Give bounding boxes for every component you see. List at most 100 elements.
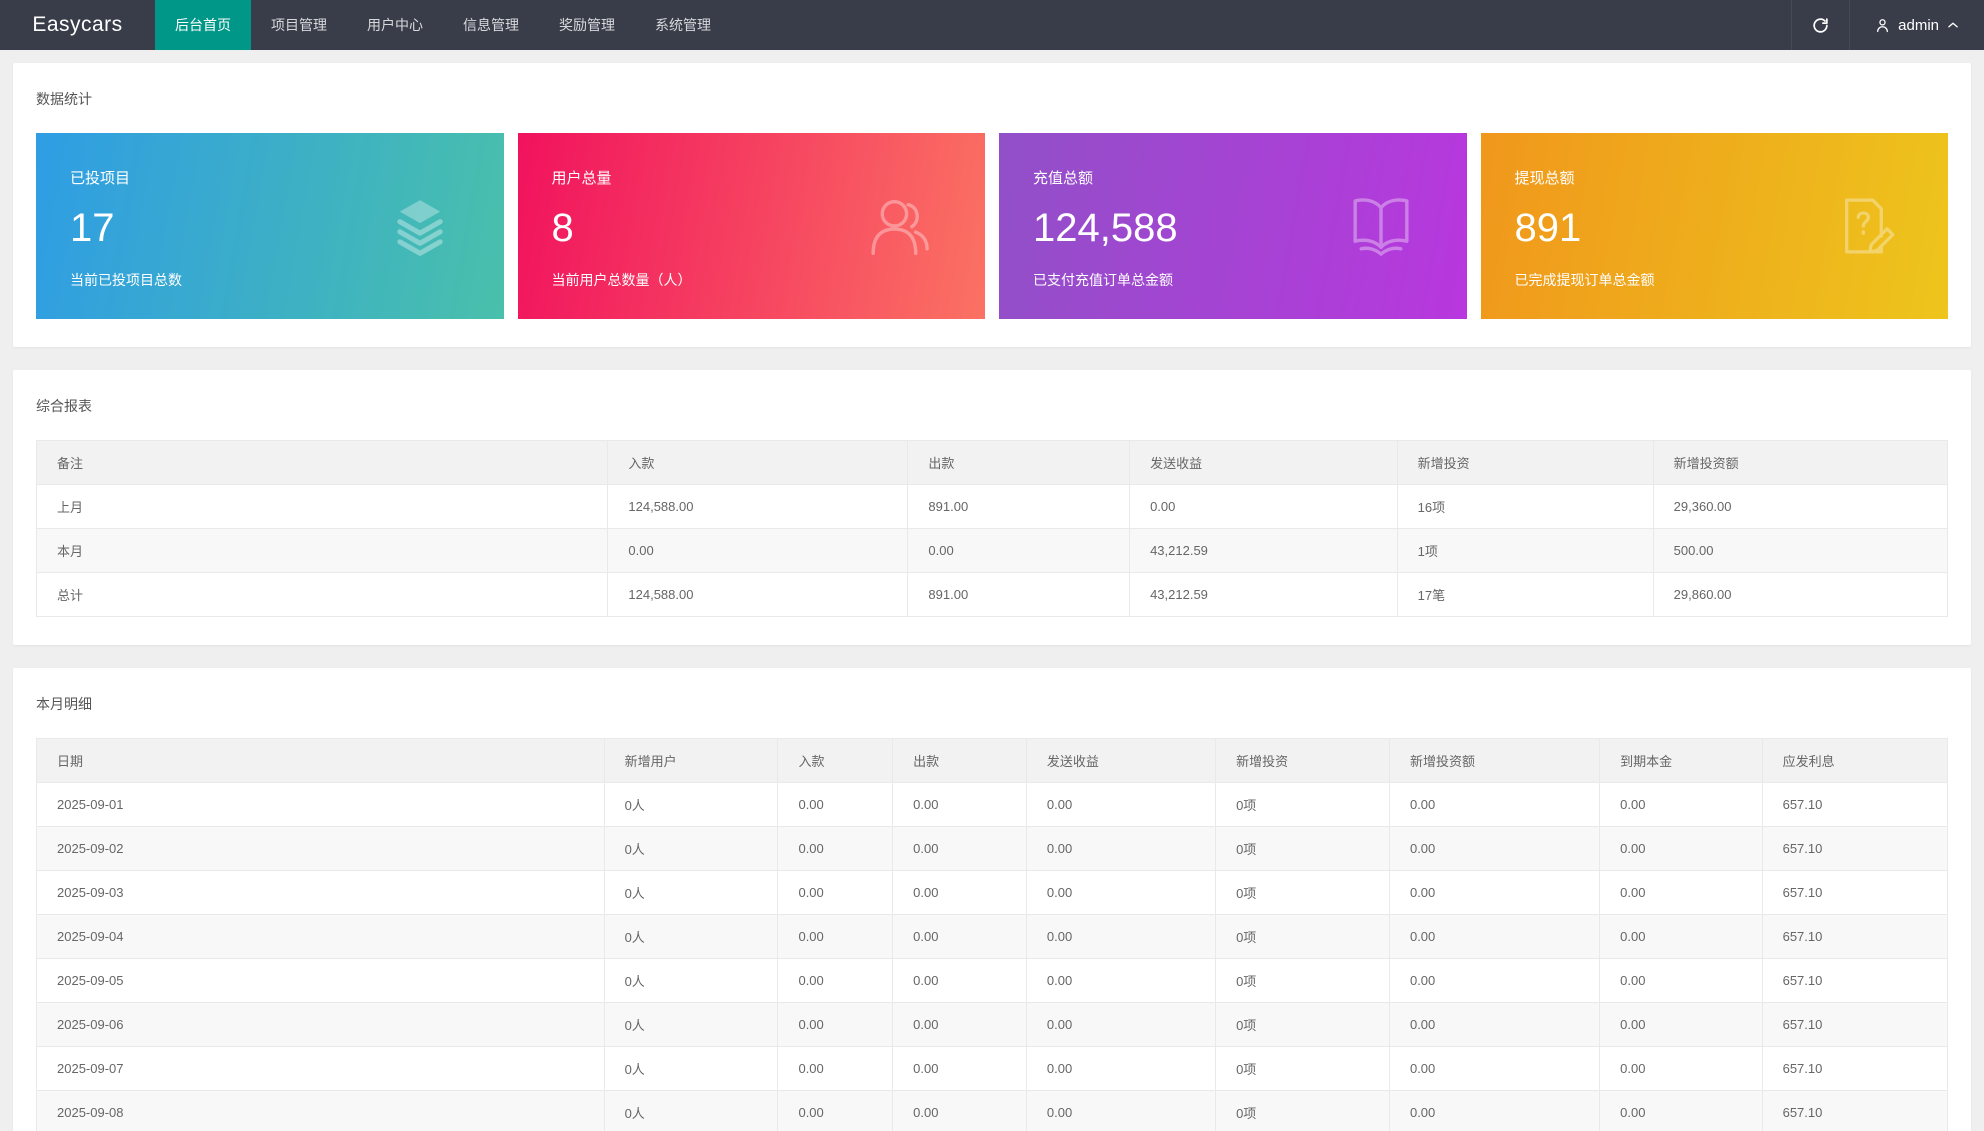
table-header-row: 备注入款出款发送收益新增投资新增投资额 (37, 441, 1948, 485)
table-cell: 上月 (37, 485, 608, 529)
table-cell: 0.00 (1026, 1003, 1215, 1047)
table-cell: 0.00 (1389, 1047, 1599, 1091)
column-header: 到期本金 (1600, 739, 1762, 783)
table-header-row: 日期新增用户入款出款发送收益新增投资新增投资额到期本金应发利息 (37, 739, 1948, 783)
nav-item-4[interactable]: 奖励管理 (539, 0, 635, 50)
nav-item-1[interactable]: 项目管理 (251, 0, 347, 50)
table-cell: 0.00 (1600, 1047, 1762, 1091)
table-cell: 0.00 (1026, 915, 1215, 959)
nav-item-3[interactable]: 信息管理 (443, 0, 539, 50)
table-cell: 0.00 (893, 871, 1027, 915)
table-row: 2025-09-060人0.000.000.000项0.000.00657.10 (37, 1003, 1948, 1047)
summary-report-title: 综合报表 (36, 396, 1948, 416)
table-cell: 0项 (1216, 783, 1390, 827)
chevron-up-icon (1946, 18, 1960, 32)
stat-card-invested-projects: 已投项目 17 当前已投项目总数 (36, 133, 504, 319)
table-cell: 0.00 (1600, 783, 1762, 827)
user-menu[interactable]: admin (1849, 0, 1984, 50)
table-cell: 0.00 (893, 959, 1027, 1003)
table-cell: 0人 (604, 827, 778, 871)
table-cell: 0.00 (1389, 871, 1599, 915)
table-cell: 0.00 (778, 1003, 893, 1047)
stats-section-title: 数据统计 (36, 89, 1948, 109)
table-row: 2025-09-040人0.000.000.000项0.000.00657.10 (37, 915, 1948, 959)
table-cell: 0.00 (1600, 915, 1762, 959)
stat-card-title: 充值总额 (1033, 167, 1433, 188)
table-cell: 0.00 (893, 1047, 1027, 1091)
nav-item-2[interactable]: 用户中心 (347, 0, 443, 50)
stat-card-title: 提现总额 (1515, 167, 1915, 188)
month-detail-title: 本月明细 (36, 694, 1948, 714)
column-header: 新增投资额 (1389, 739, 1599, 783)
file-question-icon (1828, 190, 1900, 262)
table-cell: 17笔 (1397, 573, 1653, 617)
stat-card-total-users: 用户总量 8 当前用户总数量（人） (518, 133, 986, 319)
table-cell: 0.00 (778, 915, 893, 959)
main-content: 数据统计 已投项目 17 当前已投项目总数 (0, 50, 1984, 1131)
table-cell: 657.10 (1762, 783, 1947, 827)
open-book-icon (1343, 188, 1419, 264)
column-header: 发送收益 (1026, 739, 1215, 783)
summary-report-table: 备注入款出款发送收益新增投资新增投资额上月124,588.00891.000.0… (36, 440, 1948, 617)
table-cell: 0项 (1216, 1003, 1390, 1047)
stat-card-title: 用户总量 (552, 167, 952, 188)
table-row: 2025-09-050人0.000.000.000项0.000.00657.10 (37, 959, 1948, 1003)
table-row: 本月0.000.0043,212.591项500.00 (37, 529, 1948, 573)
table-cell: 0人 (604, 783, 778, 827)
layers-icon (384, 190, 456, 262)
table-row: 总计124,588.00891.0043,212.5917笔29,860.00 (37, 573, 1948, 617)
table-cell: 1项 (1397, 529, 1653, 573)
table-cell: 0.00 (893, 915, 1027, 959)
table-cell: 0.00 (1389, 827, 1599, 871)
dashboard-page: Easycars 后台首页项目管理用户中心信息管理奖励管理系统管理 (0, 0, 1984, 1131)
table-cell: 0人 (604, 1091, 778, 1131)
table-row: 2025-09-020人0.000.000.000项0.000.00657.10 (37, 827, 1948, 871)
table-cell: 0.00 (1600, 959, 1762, 1003)
stat-card-title: 已投项目 (70, 167, 470, 188)
table-cell: 2025-09-06 (37, 1003, 605, 1047)
table-cell: 0项 (1216, 959, 1390, 1003)
table-cell: 657.10 (1762, 827, 1947, 871)
refresh-icon (1811, 16, 1830, 35)
table-cell: 0.00 (1389, 959, 1599, 1003)
table-cell: 0人 (604, 959, 778, 1003)
table-cell: 0.00 (1600, 871, 1762, 915)
table-cell: 891.00 (908, 485, 1130, 529)
table-cell: 0.00 (893, 1091, 1027, 1131)
table-cell: 0.00 (778, 1047, 893, 1091)
column-header: 出款 (893, 739, 1027, 783)
table-cell: 657.10 (1762, 959, 1947, 1003)
table-cell: 0.00 (1130, 485, 1398, 529)
table-row: 2025-09-070人0.000.000.000项0.000.00657.10 (37, 1047, 1948, 1091)
table-cell: 0项 (1216, 1091, 1390, 1131)
stat-card-total-recharge: 充值总额 124,588 已支付充值订单总金额 (999, 133, 1467, 319)
table-cell: 0.00 (1389, 783, 1599, 827)
table-cell: 29,860.00 (1653, 573, 1947, 617)
navbar-right: admin (1791, 0, 1984, 50)
table-cell: 0.00 (1026, 827, 1215, 871)
table-cell: 0.00 (1389, 1091, 1599, 1131)
table-cell: 124,588.00 (608, 573, 908, 617)
table-cell: 657.10 (1762, 871, 1947, 915)
table-cell: 0人 (604, 915, 778, 959)
table-cell: 0.00 (1026, 1091, 1215, 1131)
stat-card-caption: 已支付充值订单总金额 (1033, 270, 1433, 290)
nav-item-5[interactable]: 系统管理 (635, 0, 731, 50)
main-nav-menu: 后台首页项目管理用户中心信息管理奖励管理系统管理 (155, 0, 731, 50)
column-header: 应发利息 (1762, 739, 1947, 783)
refresh-button[interactable] (1791, 0, 1849, 50)
column-header: 新增投资 (1216, 739, 1390, 783)
table-cell: 0.00 (1600, 1003, 1762, 1047)
top-navbar: Easycars 后台首页项目管理用户中心信息管理奖励管理系统管理 (0, 0, 1984, 50)
stat-card-caption: 已完成提现订单总金额 (1515, 270, 1915, 290)
table-cell: 0.00 (1026, 1047, 1215, 1091)
table-row: 上月124,588.00891.000.0016项29,360.00 (37, 485, 1948, 529)
column-header: 入款 (778, 739, 893, 783)
column-header: 新增用户 (604, 739, 778, 783)
table-cell: 500.00 (1653, 529, 1947, 573)
table-cell: 0.00 (1600, 1091, 1762, 1131)
nav-item-0[interactable]: 后台首页 (155, 0, 251, 50)
username-label: admin (1898, 17, 1939, 34)
month-detail-table: 日期新增用户入款出款发送收益新增投资新增投资额到期本金应发利息 2025-09-0… (36, 738, 1948, 1131)
summary-report-panel: 综合报表 备注入款出款发送收益新增投资新增投资额上月124,588.00891.… (13, 370, 1971, 645)
